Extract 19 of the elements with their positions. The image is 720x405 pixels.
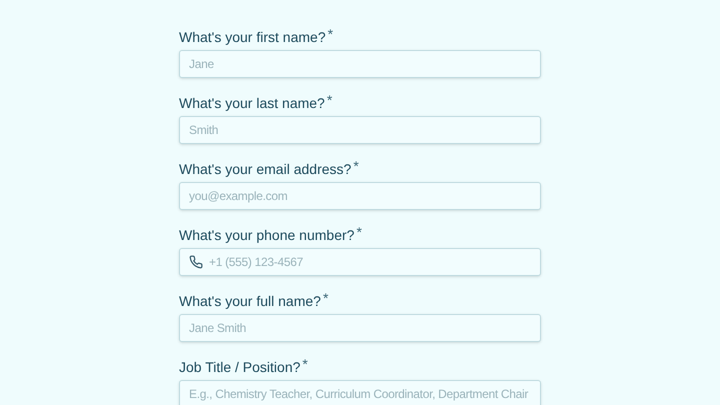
field-label: Job Title / Position?: [179, 358, 300, 377]
required-mark: *: [356, 225, 362, 239]
phone-icon: [189, 255, 203, 269]
required-mark: *: [353, 159, 359, 173]
field-label: What's your last name?: [179, 94, 325, 113]
input-field[interactable]: you@example.com: [179, 182, 541, 210]
required-mark: *: [322, 291, 328, 305]
required-mark: *: [326, 93, 332, 107]
required-mark: *: [328, 27, 334, 41]
input-field[interactable]: Jane Smith: [179, 314, 541, 342]
input-field[interactable]: +1 (555) 123-4567: [179, 248, 541, 276]
field-label: What's your phone number?: [179, 226, 354, 245]
required-mark: *: [302, 357, 308, 371]
field-label: What's your full name?: [179, 292, 321, 311]
field-label: What's your first name?: [179, 28, 326, 47]
field-label: What's your email address?: [179, 160, 352, 179]
input-field[interactable]: E.g., Chemistry Teacher, Curriculum Coordinator, Department Chair: [179, 380, 541, 405]
input-field[interactable]: Jane: [179, 50, 541, 78]
input-field[interactable]: Smith: [179, 116, 541, 144]
